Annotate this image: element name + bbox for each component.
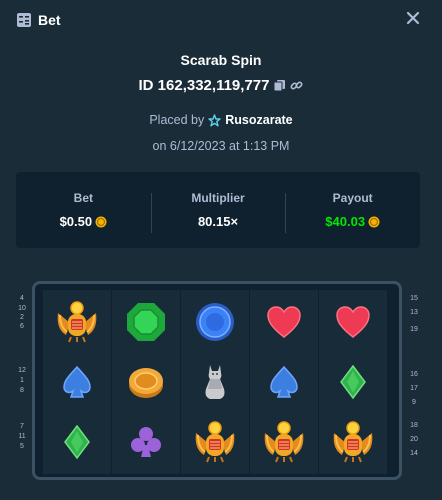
payline-number: 16 xyxy=(410,371,418,378)
cat-statue-icon xyxy=(205,365,225,399)
stat-payout-value: $40.03 xyxy=(325,214,366,229)
placed-by-label: Placed by xyxy=(149,113,205,127)
heart-symbol xyxy=(319,292,387,352)
payline-numbers-right: 15 13 19 16 17 9 18 20 14 xyxy=(406,295,422,475)
placed-by-row: Placed by Rusozarate xyxy=(0,113,442,127)
payline-number: 7 xyxy=(20,423,24,430)
bet-stats-panel: Bet $0.50 Multiplier 80.15× Payout $40.0… xyxy=(16,172,420,248)
bet-date: on 6/12/2023 at 1:13 PM xyxy=(152,139,290,153)
stat-multiplier-value: 80.15× xyxy=(197,214,239,229)
sapphire-symbol xyxy=(181,292,249,352)
payline-number: 19 xyxy=(410,326,418,333)
payline-number: 15 xyxy=(410,295,418,302)
spade-icon xyxy=(270,365,298,398)
payline-number: 4 xyxy=(20,295,24,302)
payline-number: 1 xyxy=(20,377,24,384)
payline-number: 8 xyxy=(20,387,24,394)
reel-1 xyxy=(43,290,111,474)
scarab-icon xyxy=(264,421,304,463)
vip-star-icon xyxy=(208,113,221,126)
stat-bet-value: $0.50 xyxy=(59,214,93,229)
bet-id: ID 162,332,119,777 xyxy=(138,77,270,94)
scarab-symbol xyxy=(319,412,387,472)
heart-icon xyxy=(267,306,301,338)
spade-symbol xyxy=(250,352,318,412)
link-icon[interactable] xyxy=(290,79,303,92)
scarab-icon xyxy=(333,421,373,463)
reel-4 xyxy=(250,290,318,474)
modal-header: Bet xyxy=(0,0,442,40)
diamond-icon xyxy=(64,424,90,460)
stat-bet: Bet $0.50 xyxy=(16,191,151,229)
scarab-icon xyxy=(57,301,97,343)
stat-payout: Payout $40.03 xyxy=(285,191,420,233)
username-link[interactable]: Rusozarate xyxy=(225,113,292,127)
reel-3 xyxy=(181,290,249,474)
scarab-symbol xyxy=(250,412,318,472)
cat-statue-symbol xyxy=(181,352,249,412)
payline-number: 11 xyxy=(18,433,26,440)
reel-2 xyxy=(112,290,180,474)
payline-number: 14 xyxy=(410,450,418,457)
scarab-symbol xyxy=(43,292,111,352)
modal-title: Bet xyxy=(38,12,61,28)
game-name[interactable]: Scarab Spin xyxy=(0,52,442,68)
reel-5 xyxy=(319,290,387,474)
coin-icon xyxy=(95,216,107,227)
payline-number: 12 xyxy=(18,367,26,374)
stat-multiplier-label: Multiplier xyxy=(191,191,245,205)
spade-icon xyxy=(63,365,91,398)
bet-slip-icon xyxy=(17,13,31,27)
payline-number: 2 xyxy=(20,314,24,321)
diamond-symbol xyxy=(319,352,387,412)
coin-icon xyxy=(368,216,380,227)
stat-payout-label: Payout xyxy=(332,191,373,205)
coin-icon xyxy=(129,368,163,398)
copy-icon[interactable] xyxy=(273,79,286,92)
stat-multiplier: Multiplier 80.15× xyxy=(150,191,286,233)
diamond-icon xyxy=(340,364,366,400)
sapphire-icon xyxy=(196,303,234,341)
emerald-icon xyxy=(127,303,165,341)
coin-symbol xyxy=(112,352,180,412)
payline-number: 5 xyxy=(20,443,24,450)
heart-symbol xyxy=(250,292,318,352)
scarab-icon xyxy=(195,421,235,463)
payline-number: 10 xyxy=(18,305,26,312)
payline-numbers-left: 4 10 2 6 12 1 8 7 11 5 xyxy=(14,295,30,475)
payline-number: 17 xyxy=(410,385,418,392)
payline-number: 6 xyxy=(20,323,24,330)
heart-icon xyxy=(336,306,370,338)
stat-bet-label: Bet xyxy=(73,191,93,205)
slot-reels xyxy=(32,281,402,480)
club-symbol xyxy=(112,412,180,472)
scarab-symbol xyxy=(181,412,249,472)
payline-number: 13 xyxy=(410,309,418,316)
bet-id-row: ID 162,332,119,777 xyxy=(0,77,442,94)
payline-number: 18 xyxy=(410,422,418,429)
club-icon xyxy=(131,427,161,457)
payline-number: 9 xyxy=(412,399,416,406)
diamond-symbol xyxy=(43,412,111,472)
payline-number: 20 xyxy=(410,436,418,443)
close-icon[interactable] xyxy=(406,11,420,25)
emerald-symbol xyxy=(112,292,180,352)
spade-symbol xyxy=(43,352,111,412)
